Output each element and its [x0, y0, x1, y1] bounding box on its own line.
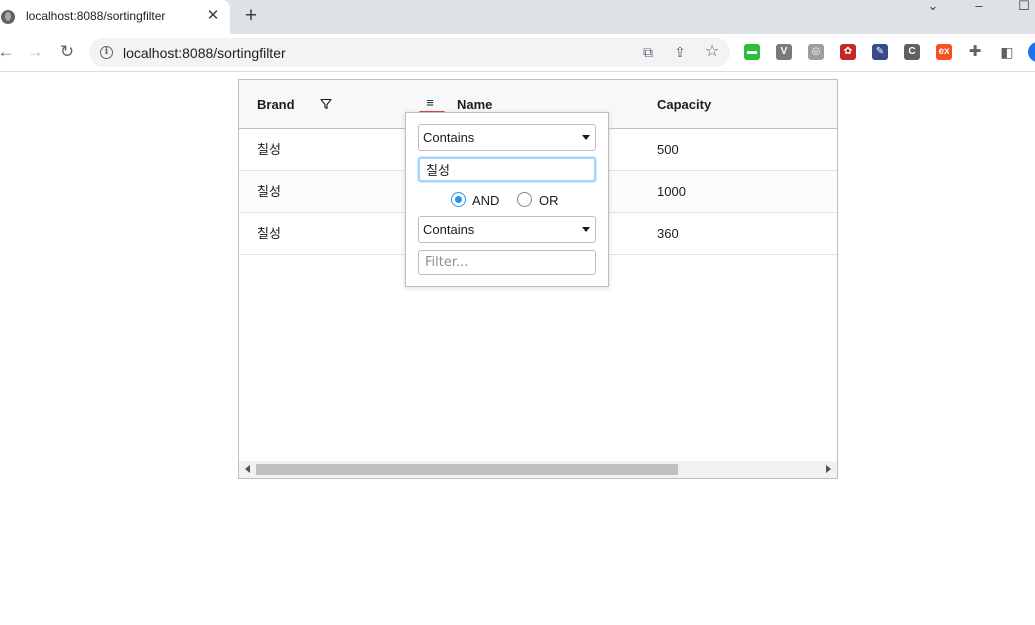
new-tab-button[interactable]: + — [242, 5, 260, 27]
scroll-right-icon[interactable] — [826, 465, 831, 473]
header-name-label: Name — [457, 97, 493, 112]
forward-icon[interactable]: → — [25, 42, 45, 62]
profile-avatar[interactable] — [1028, 42, 1035, 62]
tab-search-icon[interactable]: ⌄ — [922, 0, 944, 14]
c-extension-icon[interactable]: C — [904, 44, 920, 60]
scrollbar-thumb[interactable] — [256, 464, 678, 475]
condition1-type-select[interactable]: Contains — [418, 124, 596, 151]
dropdown-caret-icon — [582, 135, 590, 140]
condition2-type-select[interactable]: Contains — [418, 216, 596, 243]
extensions-puzzle-icon[interactable]: ✚ — [966, 43, 984, 61]
bookmark-star-icon[interactable]: ☆ — [703, 43, 721, 61]
tab-title: localhost:8088/sortingfilter — [26, 9, 166, 23]
red-extension-icon[interactable]: ✿ — [840, 44, 856, 60]
open-in-window-icon[interactable]: ⧉ — [639, 43, 657, 61]
cell-brand[interactable]: 칠성 — [257, 171, 281, 213]
cell-capacity[interactable]: 1000 — [657, 171, 686, 213]
scroll-left-icon[interactable] — [245, 465, 250, 473]
join-and-label[interactable]: AND — [472, 193, 499, 208]
cell-brand[interactable]: 칠성 — [257, 129, 281, 171]
condition1-type-value: Contains — [423, 130, 475, 145]
address-bar[interactable]: i localhost:8088/sortingfilter ⧉ ⇪ ☆ — [89, 38, 730, 67]
condition2-value-input[interactable] — [418, 250, 596, 275]
horizontal-scrollbar[interactable] — [239, 461, 837, 478]
condition1-value-input[interactable] — [418, 157, 596, 182]
join-or-radio[interactable] — [517, 192, 532, 207]
circle-extension-icon[interactable]: ◎ — [808, 44, 824, 60]
join-or-label[interactable]: OR — [539, 193, 559, 208]
filter-icon — [320, 98, 332, 110]
vue-devtools-icon[interactable]: V — [776, 44, 792, 60]
dropdown-caret-icon — [582, 227, 590, 232]
browser-toolbar: ← → ↻ i localhost:8088/sortingfilter ⧉ ⇪… — [0, 34, 1035, 72]
share-icon[interactable]: ⇪ — [671, 43, 689, 61]
column-menu-icon[interactable]: ≡ — [424, 96, 436, 109]
close-tab-icon[interactable]: ✕ — [205, 7, 221, 25]
back-icon[interactable]: ← — [0, 42, 16, 62]
side-panel-icon[interactable]: ◧ — [998, 43, 1016, 61]
feather-extension-icon[interactable]: ✎ — [872, 44, 888, 60]
site-info-icon[interactable]: i — [100, 46, 113, 59]
column-filter-popup: Contains AND OR Contains — [405, 112, 609, 287]
header-capacity[interactable]: Capacity — [657, 80, 827, 129]
reload-icon[interactable]: ↻ — [57, 42, 77, 62]
url-text[interactable]: localhost:8088/sortingfilter — [123, 45, 286, 61]
condition2-type-value: Contains — [423, 222, 475, 237]
screen-extension-icon[interactable]: ▬ — [744, 44, 760, 60]
maximize-icon[interactable]: ☐ — [1013, 0, 1035, 14]
cell-brand[interactable]: 칠성 — [257, 213, 281, 255]
cell-capacity[interactable]: 500 — [657, 129, 679, 171]
header-brand-label: Brand — [257, 97, 295, 112]
cell-capacity[interactable]: 360 — [657, 213, 679, 255]
orange-extension-icon[interactable]: ex — [936, 44, 952, 60]
browser-tab[interactable]: localhost:8088/sortingfilter ✕ — [0, 0, 230, 34]
join-and-radio[interactable] — [451, 192, 466, 207]
header-capacity-label: Capacity — [657, 97, 712, 112]
browser-tab-strip: localhost:8088/sortingfilter ✕ + ⌄ – ☐ — [0, 0, 1035, 34]
minimize-icon[interactable]: – — [968, 0, 990, 14]
globe-icon — [1, 10, 15, 24]
